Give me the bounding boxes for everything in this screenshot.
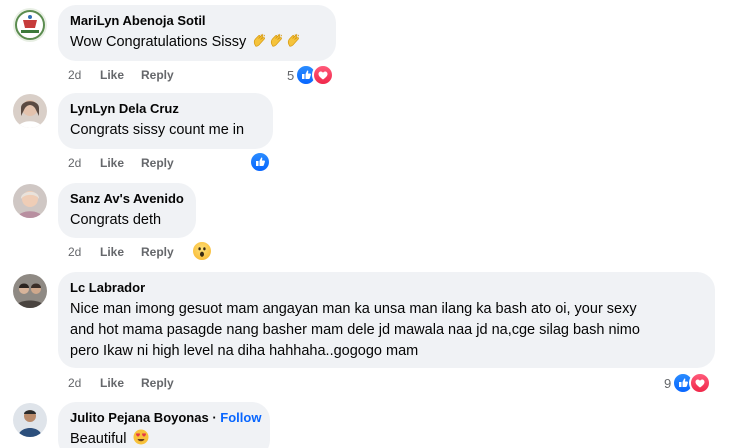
- reactions-summary[interactable]: 9: [664, 372, 712, 394]
- reply-button[interactable]: Reply: [141, 376, 174, 390]
- comments-list: MariLyn Abenoja Sotil Wow Congratulation…: [0, 0, 750, 448]
- comment-text: Beautiful: [70, 429, 258, 448]
- comment-text: Congrats deth: [70, 212, 162, 228]
- reactions-summary[interactable]: [249, 151, 271, 173]
- reactions-summary[interactable]: [191, 240, 213, 262]
- love-reaction-icon: [689, 372, 712, 394]
- comment-text-line: pero Ikaw ni high level na diha hahhaha.…: [70, 343, 419, 359]
- comment-text: Nice man imong gesuot mam angayan man ka…: [70, 299, 703, 362]
- author-name[interactable]: Sanz Av's Avenido: [70, 191, 184, 207]
- comment-text: Wow Congratulations Sissy: [70, 32, 324, 53]
- comment-time[interactable]: 2d: [68, 68, 100, 82]
- avatar[interactable]: [13, 274, 47, 308]
- author-name[interactable]: LynLyn Dela Cruz: [70, 101, 261, 117]
- like-reaction-icon: [249, 151, 271, 173]
- comment-text: Congrats sissy count me in: [70, 122, 245, 138]
- avatar[interactable]: [13, 8, 47, 42]
- wow-reaction-icon: [191, 240, 213, 262]
- comment-bubble: Julito Pejana Boyonas · Follow Beautiful: [58, 402, 270, 448]
- clapping-hands-icon: [286, 33, 301, 48]
- love-reaction-icon: [312, 64, 335, 86]
- comment-text-content: Wow Congratulations Sissy: [70, 34, 247, 50]
- comment-actions: 2d Like Reply: [68, 245, 174, 259]
- comment-time[interactable]: 2d: [68, 245, 100, 259]
- comment-bubble: Sanz Av's Avenido Congrats deth: [58, 183, 196, 238]
- comment-text-line: and hot mama pasagde nang basher mam del…: [70, 322, 640, 338]
- heart-eyes-icon: [133, 429, 149, 445]
- reply-button[interactable]: Reply: [141, 156, 174, 170]
- like-button[interactable]: Like: [100, 376, 141, 390]
- reaction-count: 5: [287, 67, 295, 83]
- comment-bubble: LynLyn Dela Cruz Congrats sissy count me…: [58, 93, 273, 149]
- author-name[interactable]: Lc Labrador: [70, 280, 703, 296]
- comment-actions: 2d Like Reply: [68, 156, 174, 170]
- comment-text-content: Beautiful: [70, 431, 127, 447]
- comment-time[interactable]: 2d: [68, 156, 100, 170]
- author-name[interactable]: MariLyn Abenoja Sotil: [70, 13, 324, 29]
- reply-button[interactable]: Reply: [141, 245, 174, 259]
- author-line: Julito Pejana Boyonas · Follow: [70, 410, 261, 426]
- like-button[interactable]: Like: [100, 245, 141, 259]
- comment-bubble: Lc Labrador Nice man imong gesuot mam an…: [58, 272, 715, 368]
- like-button[interactable]: Like: [100, 68, 141, 82]
- avatar[interactable]: [13, 94, 47, 128]
- comment-actions: 2d Like Reply: [68, 68, 174, 82]
- follow-button[interactable]: Follow: [220, 410, 261, 425]
- avatar[interactable]: [13, 184, 47, 218]
- reaction-count: 9: [664, 375, 672, 391]
- comment-bubble: MariLyn Abenoja Sotil Wow Congratulation…: [58, 5, 336, 61]
- author-name[interactable]: Julito Pejana Boyonas: [70, 410, 209, 425]
- clapping-hands-icon: [269, 33, 284, 48]
- comment-actions: 2d Like Reply: [68, 376, 174, 390]
- separator-dot: ·: [212, 410, 217, 425]
- like-button[interactable]: Like: [100, 156, 141, 170]
- clapping-hands-icon: [252, 33, 267, 48]
- reply-button[interactable]: Reply: [141, 68, 174, 82]
- avatar[interactable]: [13, 403, 47, 437]
- reactions-summary[interactable]: 5: [287, 64, 335, 86]
- comment-time[interactable]: 2d: [68, 376, 100, 390]
- comment-text-line: Nice man imong gesuot mam angayan man ka…: [70, 301, 637, 317]
